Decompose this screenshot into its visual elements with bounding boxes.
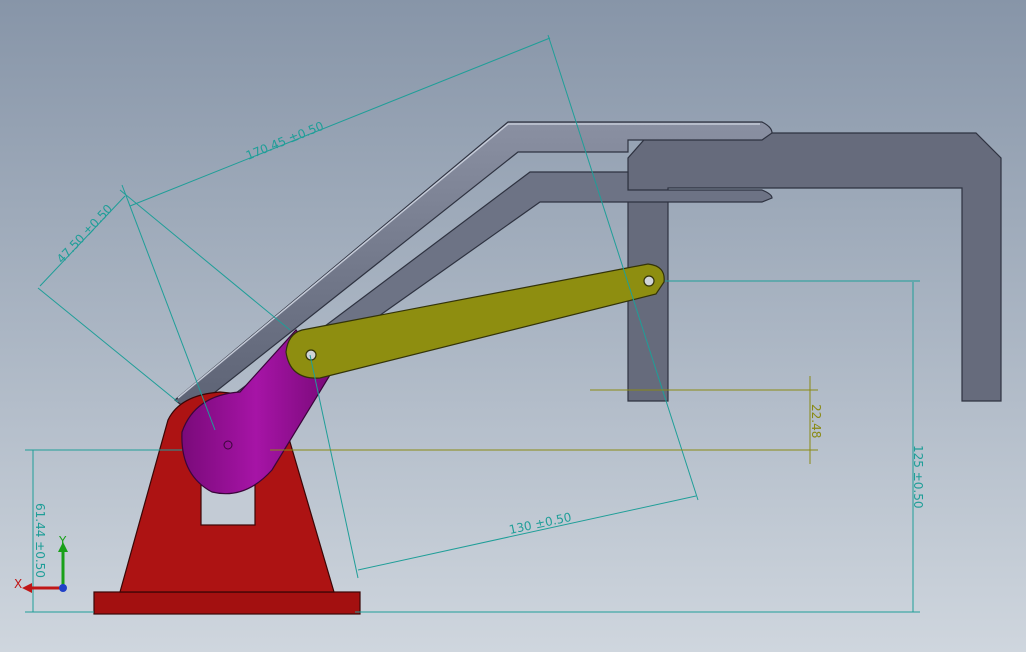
base-plate: [93, 591, 361, 615]
dimension-label-22[interactable]: 22.48: [809, 404, 823, 438]
axis-x-label: X: [14, 577, 22, 591]
dimension-label-125[interactable]: 125 ±0.50: [911, 445, 925, 509]
cad-viewport[interactable]: 170.45 ±0.50 47.50 ±0.50 130 ±0.50 125 ±…: [0, 0, 1026, 652]
link-pin-right: [643, 275, 655, 287]
dimension-label-130[interactable]: 130 ±0.50: [508, 510, 573, 537]
axis-y-label: Y: [58, 534, 67, 548]
dimension-label-47[interactable]: 47.50 ±0.50: [54, 202, 115, 266]
dimension-label-61[interactable]: 61.44 ±0.50: [33, 503, 47, 578]
dimension-label-170[interactable]: 170.45 ±0.50: [244, 119, 326, 163]
reference-dimension-lines: [270, 376, 818, 464]
gripper-frame-body: [627, 132, 1002, 402]
gripper-frame[interactable]: [627, 132, 1002, 402]
assembly-drawing: 170.45 ±0.50 47.50 ±0.50 130 ±0.50 125 ±…: [14, 34, 1002, 615]
